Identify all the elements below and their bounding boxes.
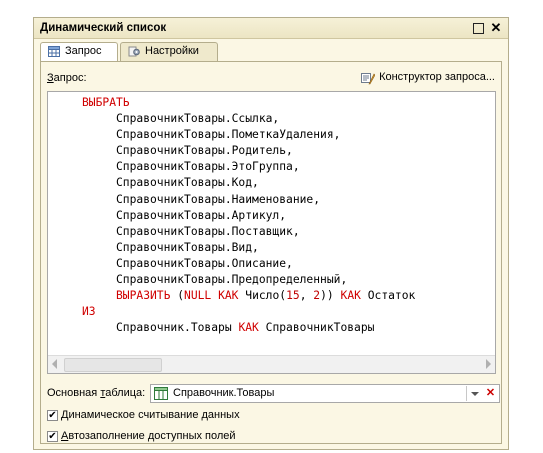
clear-icon[interactable]: ✕	[483, 386, 498, 401]
tab-settings-label: Настройки	[145, 45, 199, 57]
code-line: СправочникТовары.Артикул,	[116, 208, 287, 222]
code-line: СправочникТовары.Родитель,	[116, 144, 293, 158]
main-table-field[interactable]: Справочник.Товары ✕	[150, 384, 500, 403]
settings-icon	[128, 46, 140, 57]
checkmark-icon[interactable]: ✔	[47, 431, 58, 442]
title-bar: Динамический список ✕	[34, 18, 508, 39]
dynamic-read-label: Динамическое считывание данных	[61, 409, 240, 421]
chevron-down-icon[interactable]	[466, 386, 482, 401]
code-line: СправочникТовары.Наименование,	[116, 192, 321, 206]
code-line: СправочникТовары.ЭтоГруппа,	[116, 160, 300, 174]
checkmark-icon[interactable]: ✔	[47, 410, 58, 421]
tab-query-label: Запрос	[65, 45, 102, 57]
query-constructor-button[interactable]: Конструктор запроса...	[361, 71, 495, 85]
tab-settings[interactable]: Настройки	[120, 42, 218, 61]
code-line: СправочникТовары.Описание,	[116, 256, 293, 270]
query-label: Запрос:	[47, 72, 87, 84]
tab-query[interactable]: Запрос	[40, 42, 118, 62]
table-icon	[154, 387, 168, 400]
maximize-icon[interactable]	[470, 20, 486, 36]
code-line: СправочникТовары.Код,	[116, 176, 259, 190]
code-line: СправочникТовары.Ссылка,	[116, 112, 280, 126]
close-icon[interactable]: ✕	[488, 20, 504, 36]
query-constructor-label: Конструктор запроса...	[379, 71, 495, 83]
autofill-fields-label: Автозаполнение доступных полей	[61, 430, 236, 442]
scrollbar-thumb[interactable]	[64, 358, 162, 372]
scroll-right-icon[interactable]	[486, 359, 491, 369]
main-table-value: Справочник.Товары	[173, 387, 275, 399]
query-panel: Запрос: Конструктор запроса... ВЫБРАТЬ С…	[40, 61, 502, 444]
code-line: СправочникТовары.Поставщик,	[116, 224, 300, 238]
query-constructor-icon	[361, 73, 376, 85]
dynamic-list-window: Динамический список ✕ Запрос Настройки З…	[33, 17, 509, 450]
main-table-label: Основная таблица:	[47, 387, 146, 399]
query-code: ВЫБРАТЬ СправочникТовары.Ссылка, Справоч…	[82, 96, 416, 335]
code-line: СправочникТовары.Предопределенный,	[116, 273, 348, 287]
code-line: СправочникТовары.Вид,	[116, 240, 259, 254]
scroll-left-icon[interactable]	[52, 359, 57, 369]
table-icon	[48, 46, 60, 57]
horizontal-scrollbar[interactable]	[48, 355, 495, 373]
window-title: Динамический список	[40, 22, 167, 34]
query-text-editor[interactable]: ВЫБРАТЬ СправочникТовары.Ссылка, Справоч…	[47, 91, 496, 374]
code-line: СправочникТовары.ПометкаУдаления,	[116, 128, 341, 142]
